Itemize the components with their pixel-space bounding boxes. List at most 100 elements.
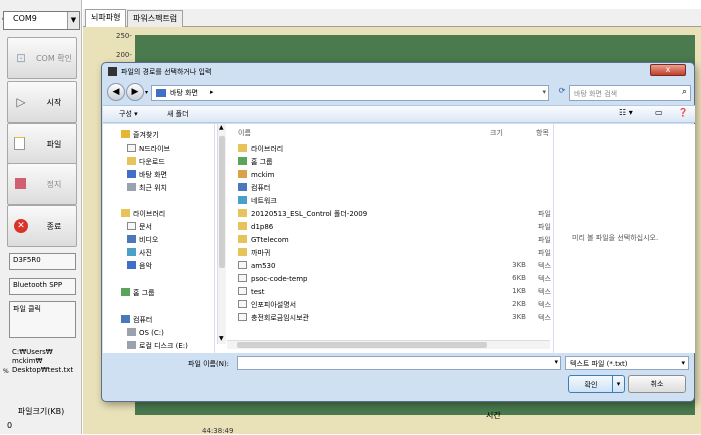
tree-homegroup[interactable]: 홈 그룹 (121, 288, 155, 298)
tree-item-music[interactable]: 음악 (127, 261, 152, 271)
tree-item-drive-e[interactable]: 로컬 디스크 (E:) (127, 341, 188, 351)
tree-item-desktop[interactable]: 바탕 화면 (127, 170, 167, 180)
app-icon (108, 67, 117, 76)
x-axis-label: 시간 (486, 411, 501, 420)
file-type: 텍스 (538, 262, 551, 270)
file-click-field[interactable]: 파일 클릭 (9, 301, 76, 338)
text-file-icon (238, 313, 247, 321)
search-box[interactable]: 바탕 화면 검색 ⌕ (569, 85, 691, 101)
file-row[interactable]: psoc-code-temp (238, 274, 307, 283)
file-row[interactable]: d1p86 (238, 222, 273, 231)
file-row[interactable]: mckim (238, 170, 275, 179)
file-row[interactable]: 컴퓨터 (238, 183, 270, 193)
recent-icon (127, 183, 136, 191)
ok-button[interactable]: 확인 ▾ (568, 375, 625, 393)
cancel-button[interactable]: 취소 (628, 375, 686, 393)
column-header-type[interactable]: 항목 (536, 128, 549, 138)
port-select[interactable]: COM9 ▼ (3, 11, 80, 30)
forward-icon[interactable]: ▶ (126, 83, 144, 101)
tree-item-recent[interactable]: 최근 위치 (127, 183, 167, 193)
column-header-name[interactable]: 이름 (238, 128, 251, 138)
tree-item-documents[interactable]: 문서 (127, 222, 152, 232)
file-type: 텍스 (538, 275, 551, 283)
file-row[interactable]: 홈 그룹 (238, 157, 273, 167)
back-icon[interactable]: ◀ (107, 83, 125, 101)
file-row[interactable]: 라이브러리 (238, 144, 283, 154)
ok-dropdown-icon[interactable]: ▾ (612, 376, 624, 392)
file-type: 파일 (538, 249, 551, 257)
video-icon (127, 235, 136, 243)
start-label: 시작 (46, 98, 62, 107)
address-bar[interactable]: 바탕 화면 ▸ ▾ (151, 85, 549, 101)
help-icon[interactable]: ❓ (678, 108, 688, 117)
search-placeholder: 바탕 화면 검색 (574, 90, 618, 98)
file-button[interactable]: 파일 (7, 123, 77, 165)
file-icon (14, 137, 28, 151)
music-icon (127, 261, 136, 269)
file-row[interactable]: 충전회로금임시보관 (238, 313, 309, 323)
preview-pane-icon[interactable]: ▭ (655, 108, 663, 117)
drive-icon (127, 144, 136, 152)
file-row[interactable]: GTtelecom (238, 235, 289, 244)
column-header-size[interactable]: 크기 (490, 128, 503, 138)
file-row[interactable]: 인포피아설명서 (238, 300, 296, 310)
new-folder-button[interactable]: 새 폴더 (167, 109, 189, 119)
preview-pane: 미리 볼 파일을 선택하십시오. (553, 124, 695, 353)
search-icon[interactable]: ⌕ (682, 87, 687, 97)
file-list-hscrollbar[interactable] (227, 340, 550, 349)
chevron-down-icon[interactable]: ▼ (67, 12, 79, 29)
filename-dropdown-icon[interactable]: ▾ (554, 358, 558, 366)
y-tick-250: 250- (116, 32, 132, 40)
path-prefix: % (3, 368, 9, 375)
stop-button[interactable]: 정지 (7, 163, 77, 205)
organize-button[interactable]: 구성 ▾ (119, 109, 138, 119)
address-location[interactable]: 바탕 화면 (170, 88, 198, 98)
filetype-value: 텍스트 파일 (*.txt) (570, 360, 628, 368)
tab-power-spectrum[interactable]: 파워스펙트럼 (127, 10, 184, 27)
tree-libraries[interactable]: 라이브러리 (121, 209, 165, 219)
hscroll-thumb[interactable] (237, 342, 487, 348)
file-type: 파일 (538, 236, 551, 244)
file-row[interactable]: 까마귀 (238, 248, 270, 258)
exit-button[interactable]: ✕ 종료 (7, 205, 77, 247)
close-icon: ✕ (14, 219, 28, 233)
scroll-up-icon[interactable]: ▲ (219, 124, 224, 131)
tree-scrollbar[interactable]: ▲ ▼ (217, 124, 226, 344)
address-arrow-icon[interactable]: ▸ (210, 88, 214, 96)
chevron-down-icon[interactable]: ▾ (681, 359, 685, 367)
tab-eeg-waveform[interactable]: 뇌파파형 (85, 9, 127, 27)
file-row[interactable]: 네트워크 (238, 196, 277, 206)
drive-icon (127, 328, 136, 336)
com-check-button[interactable]: ⊡ COM 확인 (7, 37, 77, 79)
filetype-select[interactable]: 텍스트 파일 (*.txt) ▾ (565, 356, 689, 370)
tree-item-drive-c[interactable]: OS (C:) (127, 328, 164, 337)
file-row[interactable]: test (238, 287, 264, 296)
tree-computer[interactable]: 컴퓨터 (121, 315, 152, 325)
start-button[interactable]: ▷ 시작 (7, 81, 77, 123)
address-dropdown-icon[interactable]: ▾ (542, 88, 546, 96)
view-options-icon[interactable]: ☷ ▾ (619, 108, 633, 117)
desktop-icon (127, 170, 136, 178)
tree-item-downloads[interactable]: 다운로드 (127, 157, 165, 167)
play-icon: ▷ (16, 95, 26, 109)
dialog-close-button[interactable]: x (650, 64, 686, 76)
file-size: 6KB (512, 274, 526, 282)
dialog-title: 파일의 경로를 선택하거나 입력 (121, 68, 212, 76)
scroll-thumb[interactable] (219, 136, 225, 268)
tree-item-pictures[interactable]: 사진 (127, 248, 152, 258)
file-size-value: 0 (7, 421, 13, 430)
history-chevron-icon[interactable]: ▾ (145, 89, 148, 96)
dialog-toolbar: 구성 ▾ 새 폴더 ☷ ▾ ▭ ❓ (103, 105, 695, 123)
tree-item-videos[interactable]: 비디오 (127, 235, 158, 245)
filename-input[interactable]: ▾ (237, 356, 561, 370)
scroll-down-icon[interactable]: ▼ (219, 335, 224, 342)
file-type: 텍스 (538, 314, 551, 322)
dialog-title-bar: 파일의 경로를 선택하거나 입력 x (102, 63, 694, 80)
tree-favorites[interactable]: 즐겨찾기 (121, 130, 159, 140)
tree-item-ndrive[interactable]: N드라이브 (127, 144, 170, 154)
filename-label: 파일 이름(N): (188, 360, 230, 368)
navigation-tree: 즐겨찾기 N드라이브 다운로드 바탕 화면 최근 위치 라이브러리 문서 비디오… (103, 124, 215, 353)
file-row[interactable]: am530 (238, 261, 275, 270)
file-row[interactable]: 20120513_ESL_Control 폴더-2009 (238, 209, 367, 219)
port-select-value: COM9 (13, 14, 37, 23)
